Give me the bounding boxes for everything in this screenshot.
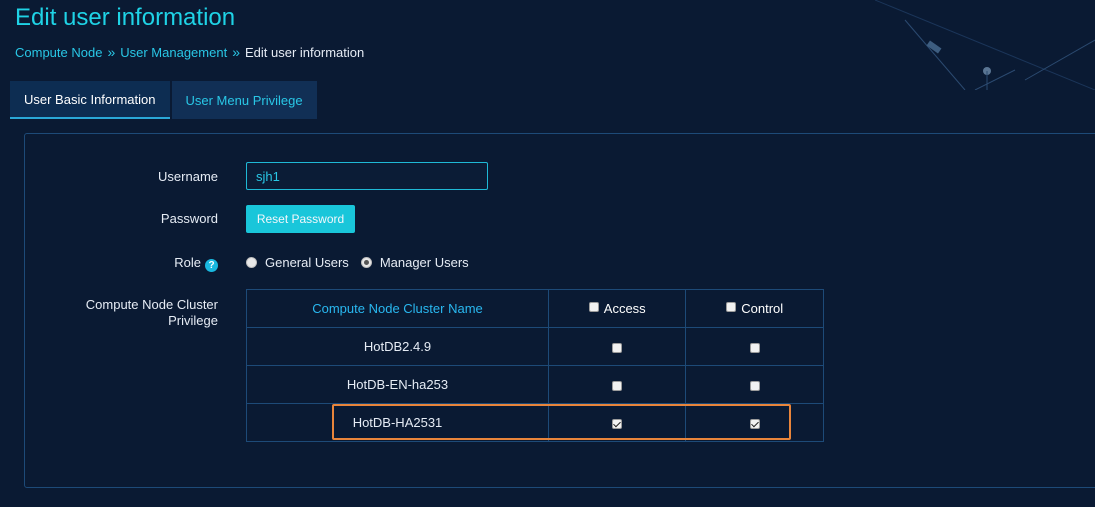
cluster-privilege-table: Compute Node Cluster Name Access Control… [246,289,824,442]
cluster-privilege-label: Compute Node Cluster Privilege [22,297,218,329]
cluster-name-cell: HotDB2.4.9 [246,327,549,366]
background-decoration [875,0,1095,90]
control-checkbox[interactable] [749,342,760,353]
control-cell [685,365,824,404]
access-cell [547,365,687,404]
access-cell [547,403,687,442]
table-row: HotDB2.4.9 [246,327,824,366]
control-header-label: Control [741,301,784,316]
select-all-access-checkbox[interactable] [588,302,599,312]
control-cell [685,327,824,366]
breadcrumb-user-management[interactable]: User Management [120,45,227,60]
role-radio-group: General Users Manager Users [246,255,481,270]
control-checkbox[interactable] [749,380,760,391]
table-header-row: Compute Node Cluster Name Access Control [246,289,824,328]
role-general-users-label: General Users [265,255,349,270]
table-row: HotDB-EN-ha253 [246,365,824,404]
role-manager-users-radio[interactable]: Manager Users [360,255,469,270]
table-row: HotDB-HA2531 [246,403,824,442]
breadcrumb: Compute Node » User Management » Edit us… [15,44,364,60]
username-label: Username [158,169,218,184]
control-cell [685,403,824,442]
help-icon[interactable]: ? [205,259,218,272]
role-label-wrap: Role? [22,255,218,272]
role-general-users-radio[interactable]: General Users [246,255,349,270]
breadcrumb-current: Edit user information [245,44,365,60]
access-checkbox[interactable] [612,380,623,391]
breadcrumb-separator-icon: » [232,44,240,60]
access-checkbox[interactable] [612,342,623,353]
column-header-access: Access [547,289,687,328]
tab-user-basic-information[interactable]: User Basic Information [10,81,170,119]
page-title: Edit user information [15,4,236,31]
column-header-cluster-name: Compute Node Cluster Name [246,289,549,328]
tab-user-menu-privilege[interactable]: User Menu Privilege [171,81,317,119]
breadcrumb-separator-icon: » [107,44,116,60]
radio-unchecked-icon[interactable] [246,257,257,268]
breadcrumb-compute-node[interactable]: Compute Node [15,45,102,60]
tab-bar: User Basic Information User Menu Privile… [10,81,319,119]
cluster-name-cell: HotDB-EN-ha253 [246,365,549,404]
access-header-label: Access [603,301,646,316]
radio-checked-icon[interactable] [360,257,372,268]
reset-password-button[interactable]: Reset Password [246,205,355,233]
control-checkbox-checked[interactable] [749,418,760,429]
cluster-name-cell: HotDB-HA2531 [246,403,549,442]
column-header-control: Control [685,289,824,328]
access-cell [547,327,687,366]
role-label: Role [174,255,201,270]
cluster-privilege-label-line2: Privilege [168,313,218,328]
password-label: Password [160,211,218,226]
access-checkbox-checked[interactable] [612,418,623,429]
username-input[interactable] [246,162,488,190]
cluster-privilege-label-line1: Compute Node Cluster [85,297,218,312]
select-all-control-checkbox[interactable] [726,302,737,312]
role-manager-users-label: Manager Users [379,255,469,270]
